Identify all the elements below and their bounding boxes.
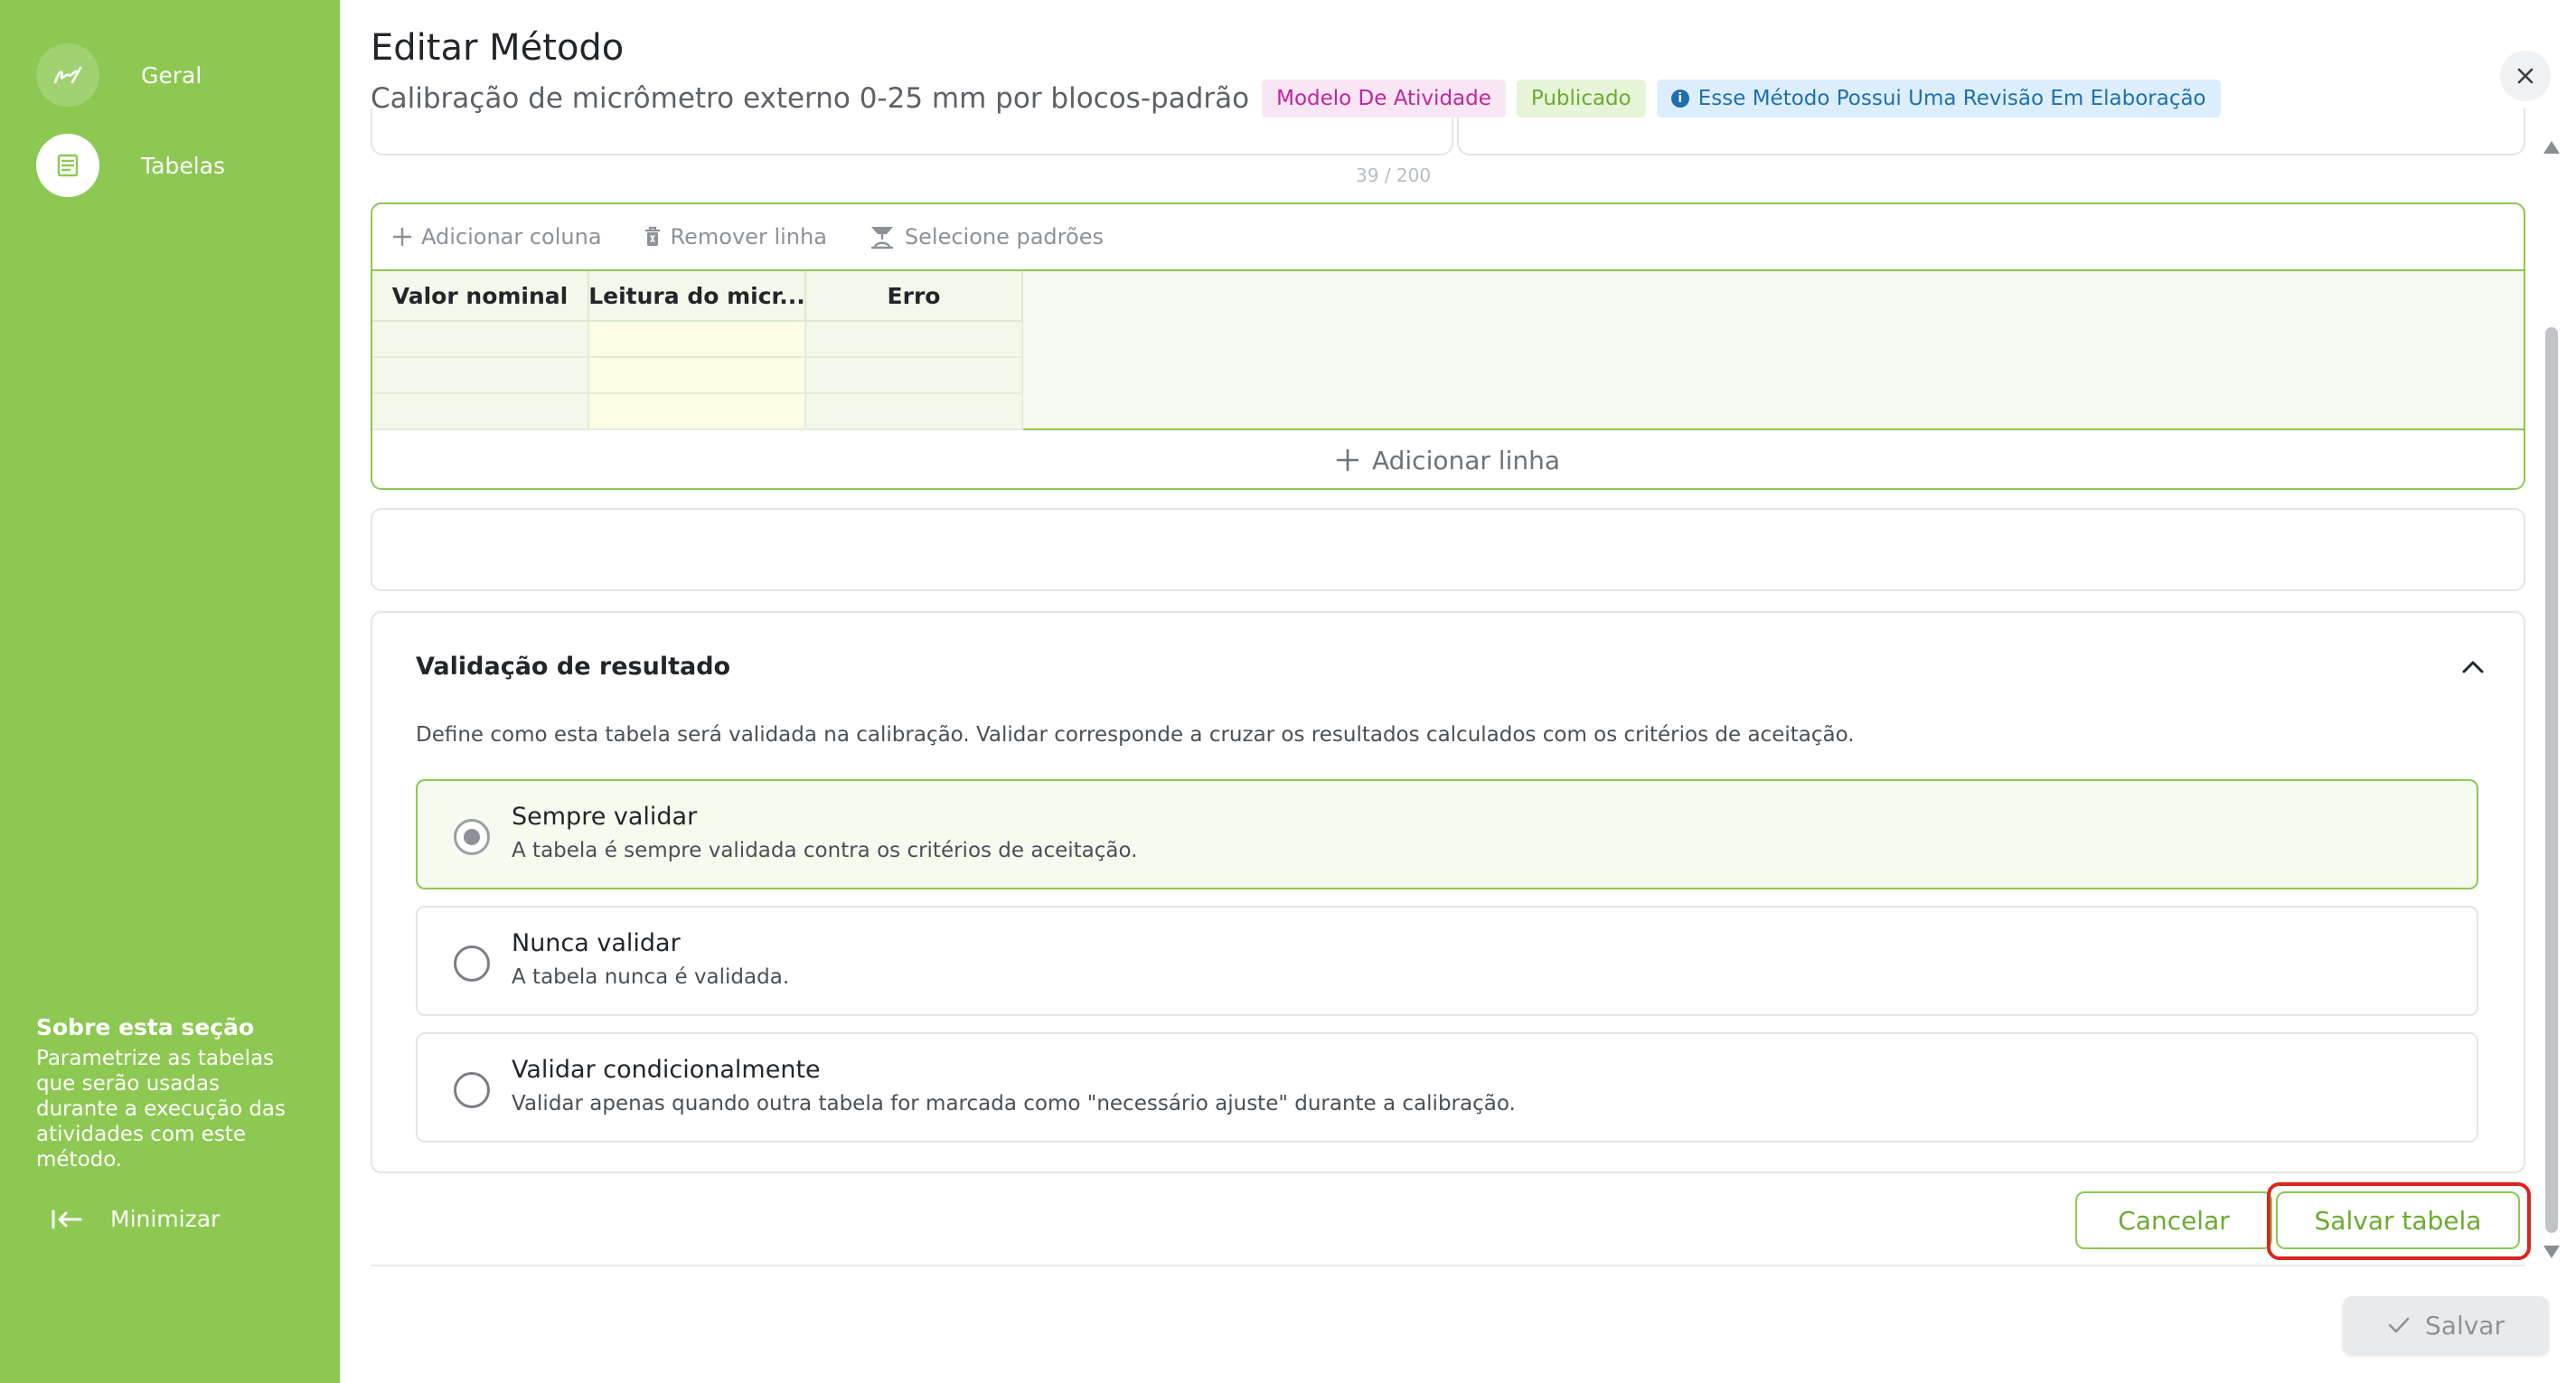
save-table-button[interactable]: Salvar tabela [2276, 1191, 2520, 1249]
option-description: Validar apenas quando outra tabela for m… [512, 1092, 1516, 1115]
sidebar-about-title: Sobre esta seção [36, 1014, 255, 1040]
collapse-left-icon [52, 1209, 82, 1228]
sidebar: Geral Tabelas Sobre esta seção Parametri… [0, 0, 340, 1383]
option-always-validate[interactable]: Sempre validar A tabela é sempre validad… [416, 779, 2478, 889]
table-grid: Valor nominal Leitura do micr... Erro [372, 271, 1023, 430]
radio-button[interactable] [454, 1072, 490, 1108]
table-cell[interactable] [806, 358, 1023, 394]
remove-row-label: Remover linha [670, 224, 827, 249]
table-cell[interactable] [589, 322, 806, 358]
save-label: Salvar [2425, 1310, 2505, 1341]
select-standards-label: Selecione padrões [904, 224, 1104, 249]
radio-button[interactable] [454, 819, 490, 855]
chevron-up-icon [2462, 661, 2484, 673]
check-icon [2388, 1317, 2410, 1333]
column-header[interactable]: Erro [806, 271, 1023, 322]
add-row-label: Adicionar linha [1371, 445, 1561, 475]
select-standards-button[interactable]: Selecione padrões [869, 223, 1104, 250]
table-grid-area: Valor nominal Leitura do micr... Erro [372, 271, 2524, 430]
option-description: A tabela nunca é validada. [512, 965, 790, 989]
model-badge: Modelo De Atividade [1262, 80, 1506, 118]
divider [371, 1265, 2525, 1266]
radio-button[interactable] [454, 946, 490, 982]
table-cell[interactable] [806, 322, 1023, 358]
validation-description: Define como esta tabela será validada na… [416, 723, 1855, 747]
subtitle-row: Calibração de micrômetro externo 0-25 mm… [371, 80, 2221, 118]
table-icon [36, 134, 99, 197]
signature-icon [36, 43, 99, 107]
result-validation-card: Validação de resultado Define como esta … [371, 611, 2525, 1173]
sidebar-item-label: Geral [141, 61, 202, 89]
table-toolbar: Adicionar coluna Remover linha Selecione… [372, 204, 2524, 271]
sidebar-about-text: Parametrize as tabelas que serão usadas … [36, 1047, 287, 1171]
remove-row-button[interactable]: Remover linha [644, 224, 827, 249]
collapse-button[interactable] [2455, 649, 2491, 685]
table-cell[interactable] [589, 394, 806, 430]
cancel-button[interactable]: Cancelar [2075, 1191, 2272, 1249]
option-description: A tabela é sempre validada contra os cri… [512, 839, 1138, 862]
method-name: Calibração de micrômetro externo 0-25 mm… [371, 82, 1250, 115]
column-header[interactable]: Valor nominal [372, 271, 589, 322]
empty-section-card [371, 508, 2525, 591]
table-cell[interactable] [806, 394, 1023, 430]
column-header[interactable]: Leitura do micr... [589, 271, 806, 322]
page-title: Editar Método [371, 27, 625, 69]
revision-badge: i Esse Método Possui Uma Revisão Em Elab… [1656, 80, 2221, 118]
sidebar-item-geral[interactable]: Geral [36, 43, 202, 107]
minimize-label: Minimizar [110, 1206, 221, 1232]
save-button[interactable]: Salvar [2343, 1296, 2549, 1354]
scrollbar-thumb[interactable] [2545, 327, 2558, 1233]
character-counter: 39 / 200 [1356, 165, 1432, 186]
close-icon [2517, 68, 2534, 84]
sidebar-about: Sobre esta seção Parametrize as tabelas … [36, 1014, 307, 1172]
sidebar-item-tabelas[interactable]: Tabelas [36, 134, 225, 197]
table-cell[interactable] [372, 394, 589, 430]
table-editor: Adicionar coluna Remover linha Selecione… [371, 202, 2525, 490]
validation-title: Validação de resultado [416, 653, 731, 681]
option-title: Sempre validar [512, 803, 698, 831]
published-badge: Publicado [1516, 80, 1646, 118]
option-never-validate[interactable]: Nunca validar A tabela nunca é validada. [416, 906, 2478, 1016]
table-cell[interactable] [372, 322, 589, 358]
scroll-down-arrow[interactable] [2543, 1246, 2560, 1258]
add-column-button[interactable]: Adicionar coluna [392, 224, 602, 249]
table-cell[interactable] [589, 358, 806, 394]
option-title: Nunca validar [512, 929, 681, 957]
trash-icon [644, 226, 660, 246]
add-row-button[interactable]: Adicionar linha [372, 430, 2524, 488]
option-title: Validar condicionalmente [512, 1056, 821, 1084]
table-cell[interactable] [372, 358, 589, 394]
scroll-up-arrow[interactable] [2543, 141, 2560, 154]
revision-badge-label: Esse Método Possui Uma Revisão Em Elabor… [1697, 87, 2206, 110]
sidebar-item-label: Tabelas [141, 152, 225, 179]
plus-icon [1336, 448, 1359, 472]
minimize-button[interactable]: Minimizar [51, 1206, 220, 1232]
add-column-label: Adicionar coluna [421, 224, 602, 249]
close-button[interactable] [2500, 51, 2551, 101]
caliper-icon [870, 227, 893, 249]
info-icon: i [1670, 89, 1689, 108]
option-conditional-validate[interactable]: Validar condicionalmente Validar apenas … [416, 1032, 2478, 1143]
plus-icon [392, 227, 412, 247]
